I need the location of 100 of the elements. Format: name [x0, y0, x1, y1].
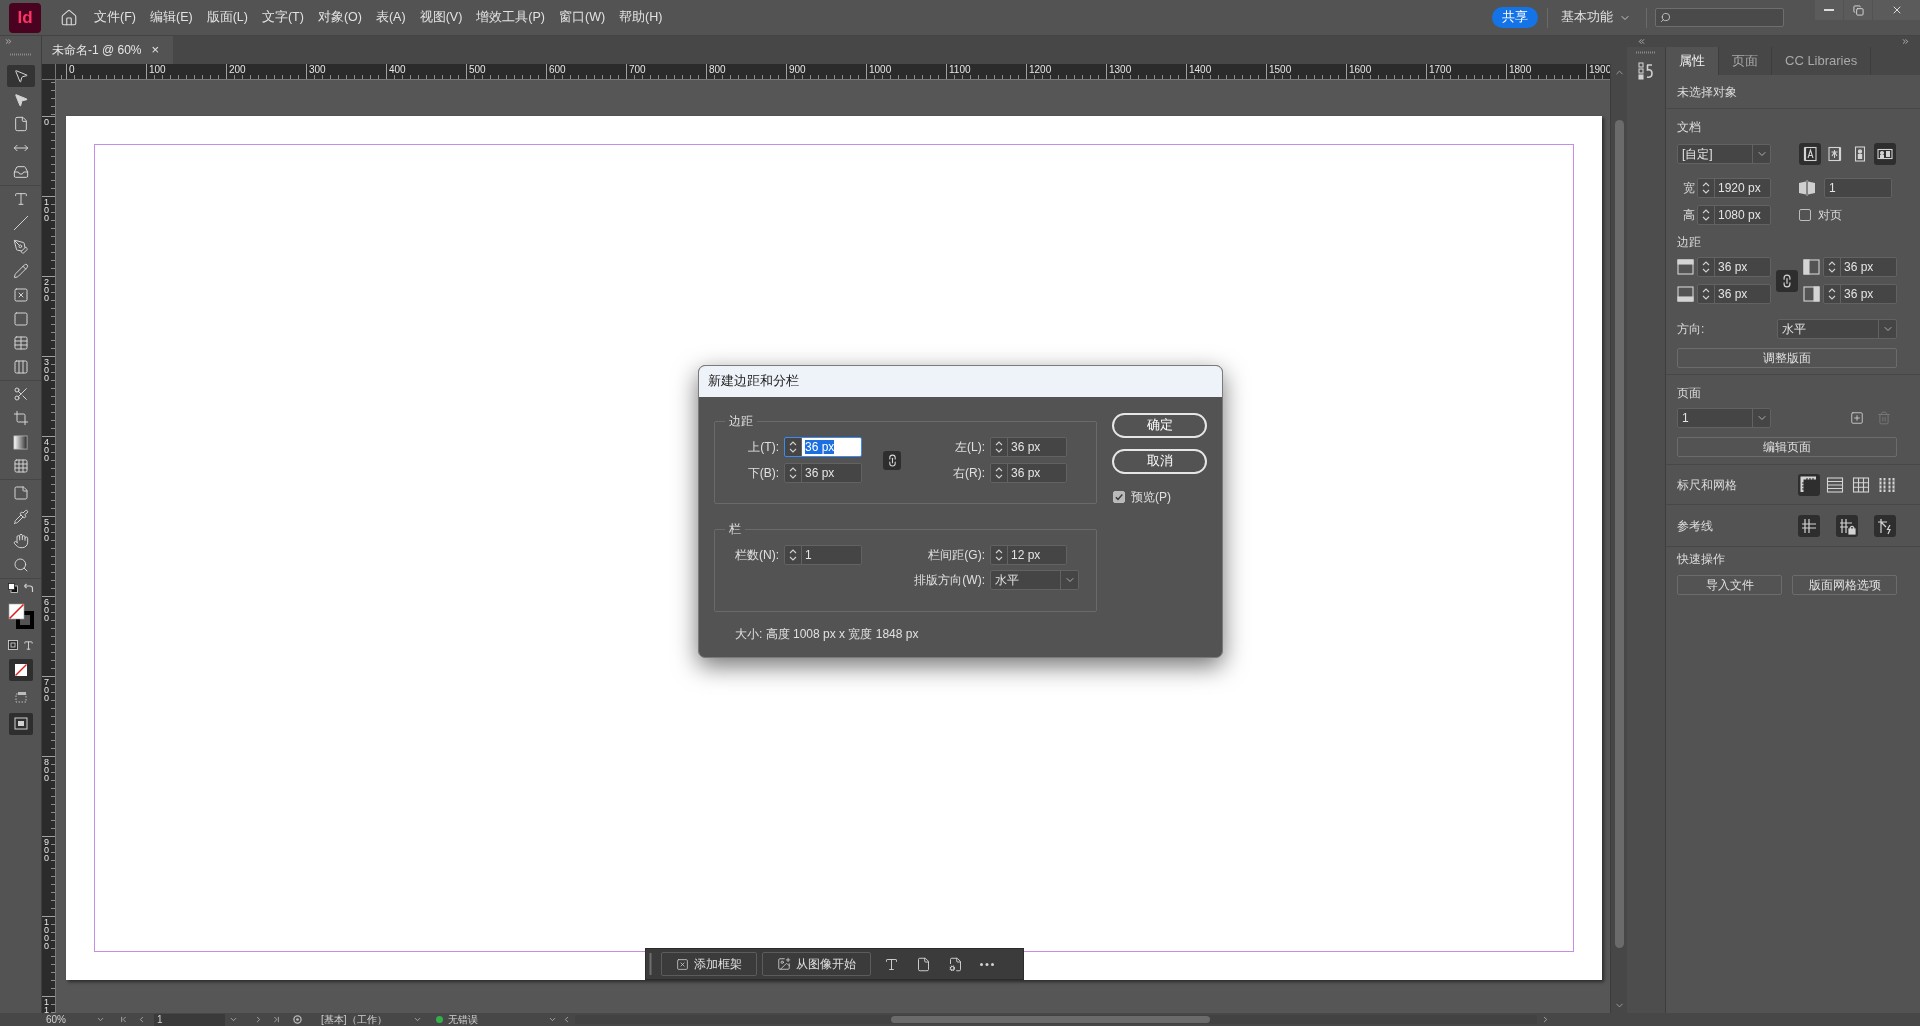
vertical-ruler[interactable]: 0 100 200 300 400 500 600 700 800 900 1000 11: [42, 80, 56, 1013]
tool-button[interactable]: [6, 713, 35, 735]
spinner-arrows-icon[interactable]: [789, 466, 797, 480]
margin-field[interactable]: 36 px: [784, 463, 862, 483]
margin-field[interactable]: 36 px: [990, 463, 1067, 483]
spinner-arrows-icon[interactable]: [995, 440, 1003, 454]
next-page-icon[interactable]: [254, 1015, 263, 1024]
spinner-arrows-icon[interactable]: [1702, 208, 1710, 222]
guide-toggle[interactable]: [1798, 514, 1820, 537]
page-dropdown[interactable]: 1: [1677, 408, 1771, 428]
ruler-grid-toggle[interactable]: [1798, 473, 1820, 496]
spinner-arrows-icon[interactable]: [1702, 260, 1710, 274]
document-tab[interactable]: 未命名-1 @ 60% ×: [42, 36, 174, 64]
horizontal-scrollbar[interactable]: [574, 1015, 1537, 1024]
preset-dropdown[interactable]: [自定]: [1677, 144, 1771, 164]
spinner-arrows-icon[interactable]: [789, 440, 797, 454]
height-field[interactable]: 1080 px: [1697, 205, 1771, 225]
dialog-button[interactable]: 确定: [1112, 413, 1207, 438]
group-label: 栏: [728, 521, 742, 537]
menu-item[interactable]: 文字(T): [259, 8, 306, 27]
circle-icon[interactable]: [293, 1015, 302, 1024]
layout-option-button[interactable]: [1874, 143, 1896, 165]
margin-field[interactable]: 36 px: [1823, 257, 1897, 277]
menu-item[interactable]: 版面(L): [204, 8, 250, 27]
gutter-field[interactable]: 12 px: [990, 545, 1067, 565]
menu-item[interactable]: 表(A): [373, 8, 408, 27]
previous-page-icon[interactable]: [137, 1015, 146, 1024]
grip-icon[interactable]: [1636, 50, 1656, 54]
drag-handle-icon[interactable]: [649, 953, 652, 975]
menu-item[interactable]: 帮助(H): [617, 8, 665, 27]
scrollbar-thumb[interactable]: [890, 1016, 1210, 1023]
scrollbar-thumb[interactable]: [1614, 120, 1624, 948]
search-field[interactable]: [1655, 8, 1784, 27]
quick-action-button[interactable]: 导入文件: [1677, 575, 1782, 595]
menu-item[interactable]: 视图(V): [417, 8, 465, 27]
menu-item[interactable]: 增效工具(P): [474, 8, 547, 27]
expand-icon[interactable]: [1901, 37, 1910, 46]
menu-item[interactable]: 编辑(E): [147, 8, 195, 27]
ruler-label: 400: [389, 64, 407, 75]
scissors-icon: [12, 386, 29, 402]
add-page-button[interactable]: [1849, 410, 1865, 426]
grip-icon[interactable]: [9, 53, 32, 56]
width-field[interactable]: 1920 px: [1697, 178, 1771, 198]
margin-field[interactable]: 36 px: [1697, 284, 1771, 304]
menu-item[interactable]: 文件(F): [92, 8, 138, 27]
chevron-down-icon[interactable]: [547, 1015, 557, 1024]
margin-field[interactable]: 36 px: [1697, 257, 1771, 277]
quick-action-button[interactable]: 版面网格选项: [1792, 575, 1897, 595]
column-count-field[interactable]: 1: [784, 545, 862, 565]
last-page-icon[interactable]: [272, 1015, 281, 1024]
panel-tab[interactable]: 属性: [1666, 47, 1719, 75]
page-number-field[interactable]: 1: [154, 1013, 225, 1026]
zoom-dropdown[interactable]: 60%: [46, 1013, 105, 1026]
margin-field[interactable]: 36 px: [1823, 284, 1897, 304]
menu-item[interactable]: 对象(O): [315, 8, 364, 27]
spinner-arrows-icon[interactable]: [1702, 181, 1710, 195]
layout-option-button[interactable]: [1799, 143, 1821, 165]
spinner-arrows-icon[interactable]: [1828, 260, 1836, 274]
margin-field[interactable]: 36 px: [990, 437, 1067, 457]
smart-guides-icon: [1876, 516, 1894, 535]
share-button[interactable]: 共享: [1492, 7, 1538, 28]
ruler-corner[interactable]: [42, 64, 56, 80]
spinner-arrows-icon[interactable]: [995, 548, 1003, 562]
add-frame-button[interactable]: 添加框架: [661, 952, 757, 976]
image-start-button[interactable]: 从图像开始: [762, 952, 871, 976]
edit-page-button[interactable]: 编辑页面: [1677, 437, 1897, 457]
guide-toggle[interactable]: [1874, 514, 1896, 537]
first-page-icon[interactable]: [119, 1015, 128, 1024]
workspace-switcher[interactable]: 基本功能: [1561, 8, 1631, 27]
facing-pages-checkbox[interactable]: [1799, 209, 1811, 221]
tool-button[interactable]: [6, 601, 35, 631]
tool-button[interactable]: [6, 65, 35, 87]
close-tab-button[interactable]: ×: [151, 43, 160, 57]
minimize-button[interactable]: [1815, 0, 1843, 20]
guide-toggle[interactable]: [1836, 514, 1858, 537]
tool-button[interactable]: [6, 659, 35, 681]
tool-button[interactable]: [6, 637, 35, 653]
expand-icon[interactable]: [4, 36, 13, 46]
adjust-layout-button[interactable]: 调整版面: [1677, 348, 1897, 368]
gradient-icon: [13, 434, 28, 450]
ruler-label: 1900: [1589, 64, 1610, 75]
tool-button[interactable]: [6, 581, 35, 595]
chevron-down-icon[interactable]: [229, 1015, 238, 1024]
collapse-icon[interactable]: [1637, 37, 1646, 46]
link-toggle[interactable]: [1776, 269, 1798, 292]
spinner-arrows-icon[interactable]: [1828, 287, 1836, 301]
page-count-field[interactable]: 1: [1824, 178, 1892, 198]
horizontal-ruler[interactable]: 0 100 200 300 400 500 600 700 800 900 1000 1100 1200 1300 1400 1500 1600 1700 1800 1900: [56, 64, 1610, 80]
spinner-arrows-icon[interactable]: [789, 548, 797, 562]
direction-dropdown[interactable]: 水平: [990, 570, 1079, 590]
orientation-dropdown[interactable]: 水平: [1777, 319, 1897, 339]
preview-checkbox[interactable]: [1113, 491, 1125, 503]
margin-field[interactable]: 36 px: [784, 437, 862, 457]
spinner-arrows-icon[interactable]: [995, 466, 1003, 480]
menu-item[interactable]: 窗口(W): [556, 8, 608, 27]
dialog-button[interactable]: 取消: [1112, 449, 1207, 474]
spinner-arrows-icon[interactable]: [1702, 287, 1710, 301]
restore-button[interactable]: [1844, 0, 1872, 20]
link-toggle[interactable]: [883, 450, 901, 470]
style-dropdown[interactable]: [基本]（工作）: [321, 1013, 422, 1026]
